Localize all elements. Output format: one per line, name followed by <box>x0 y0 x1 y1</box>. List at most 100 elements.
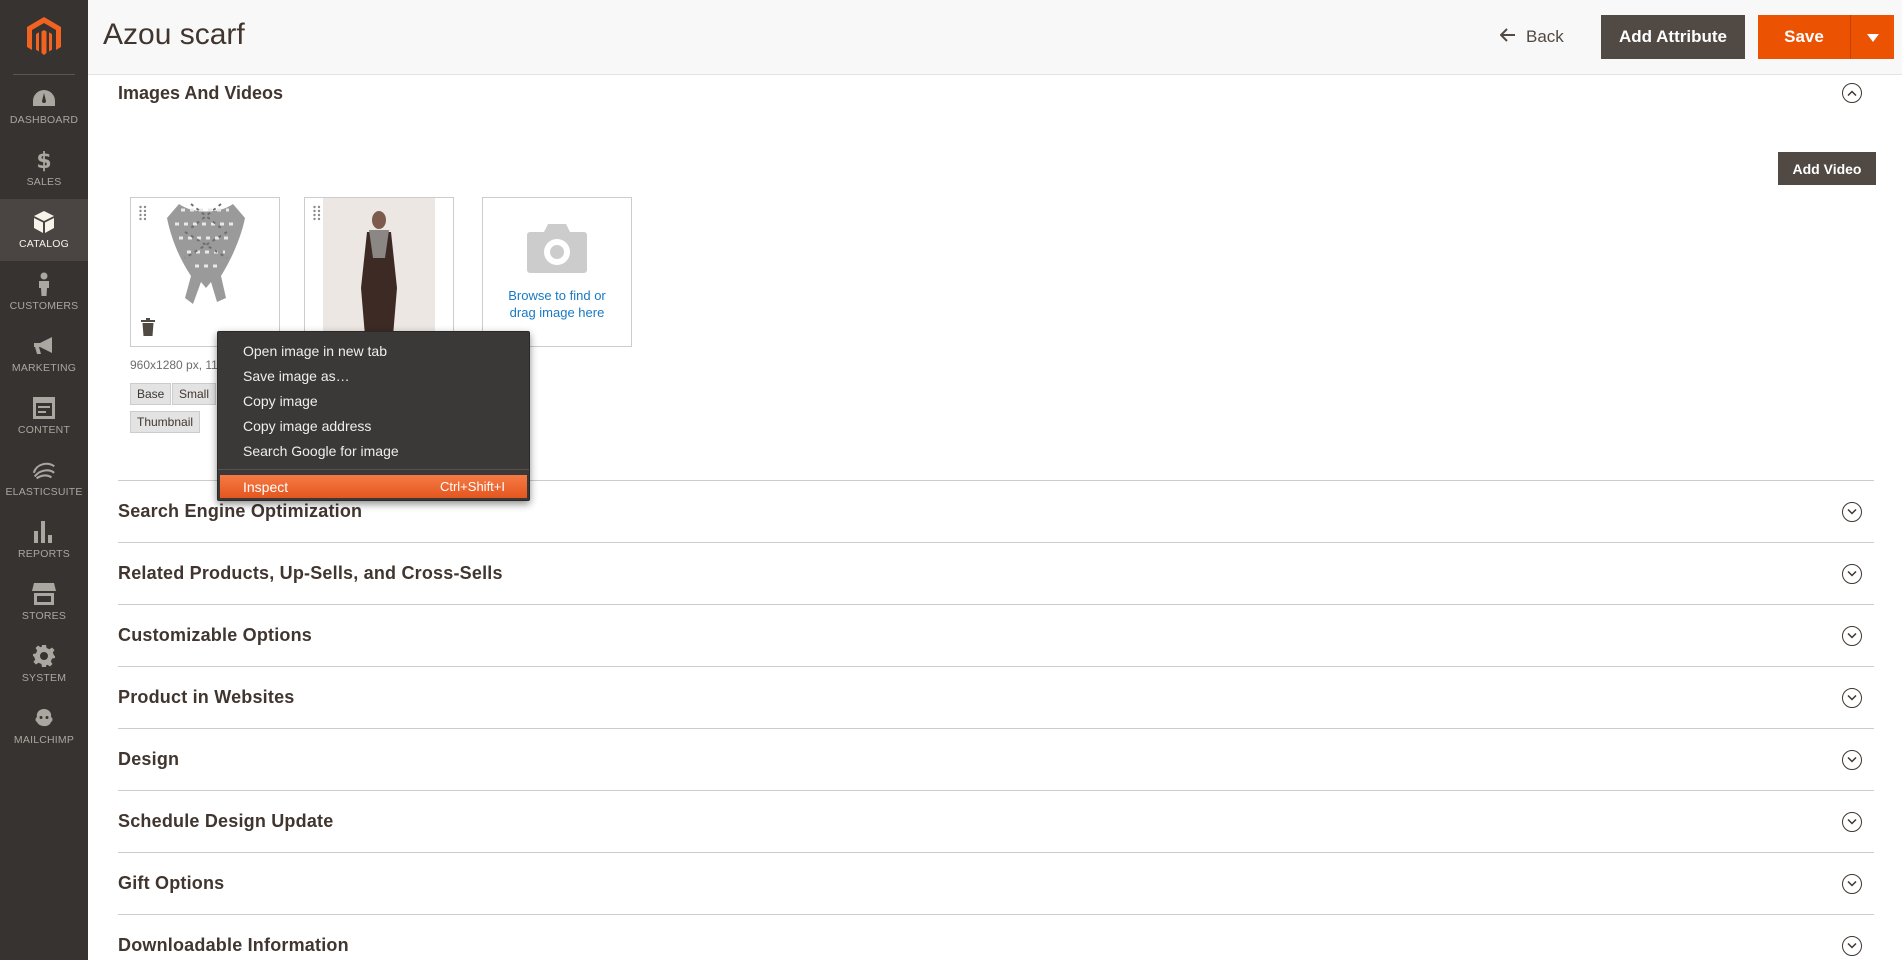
content-icon <box>31 396 57 420</box>
sidebar-item-label: Dashboard <box>9 114 79 126</box>
sidebar-item-label: ElasticSuite <box>5 486 83 498</box>
box-icon <box>31 210 57 234</box>
drag-handle-icon[interactable] <box>139 205 147 221</box>
person-icon <box>31 272 57 296</box>
sidebar-item-label: Content <box>17 424 71 436</box>
menu-item-copy-image[interactable]: Copy image <box>218 388 529 413</box>
menu-item-search-google-for-image[interactable]: Search Google for image <box>218 438 529 463</box>
chevron-down-icon <box>1842 811 1862 832</box>
page-header: Azou scarf Back Add Attribute Save <box>88 0 1902 75</box>
menu-item-label: Copy image <box>243 392 318 409</box>
trash-icon[interactable] <box>141 318 155 336</box>
sidebar-item-elasticsuite[interactable]: ElasticSuite <box>0 447 88 509</box>
menu-item-inspect[interactable]: Inspect Ctrl+Shift+I <box>220 475 527 498</box>
admin-sidebar: Dashboard $ Sales Catalog Customers Mark… <box>0 0 88 960</box>
sidebar-item-marketing[interactable]: Marketing <box>0 323 88 385</box>
product-image-thumbnail[interactable] <box>304 197 454 347</box>
sidebar-item-label: Stores <box>21 610 67 622</box>
bar-chart-icon <box>31 520 57 544</box>
section-title: Related Products, Up-Sells, and Cross-Se… <box>118 563 503 583</box>
add-attribute-button[interactable]: Add Attribute <box>1601 15 1745 59</box>
megaphone-icon <box>31 334 57 358</box>
section-title: Schedule Design Update <box>118 811 334 831</box>
sidebar-item-label: System <box>21 672 67 684</box>
menu-item-label: Search Google for image <box>243 442 399 459</box>
section-title: Customizable Options <box>118 625 313 645</box>
section-title: Search Engine Optimization <box>118 501 363 521</box>
store-icon <box>31 582 57 606</box>
sidebar-item-customers[interactable]: Customers <box>0 261 88 323</box>
section-title: Downloadable Information <box>118 935 349 955</box>
image-role-tag: Thumbnail <box>130 411 201 433</box>
menu-item-label: Save image as… <box>243 367 350 384</box>
sidebar-item-label: MailChimp <box>13 734 75 746</box>
arrow-left-icon <box>1499 27 1516 47</box>
menu-item-label: Inspect <box>243 478 289 495</box>
menu-item-open-image-new-tab[interactable]: Open image in new tab <box>218 338 529 363</box>
section-design[interactable]: Design <box>118 728 1874 790</box>
sidebar-item-label: Catalog <box>18 238 70 250</box>
section-customizable-options[interactable]: Customizable Options <box>118 604 1874 666</box>
section-title: Gift Options <box>118 873 225 893</box>
menu-item-copy-image-address[interactable]: Copy image address <box>218 413 529 438</box>
image-role-tag: Base <box>130 383 172 405</box>
sidebar-item-reports[interactable]: Reports <box>0 509 88 571</box>
menu-item-label: Open image in new tab <box>243 342 387 359</box>
images-videos-section-header[interactable]: Images And Videos <box>118 75 1874 111</box>
magento-logo[interactable] <box>13 0 75 75</box>
triangle-down-icon <box>1866 30 1879 45</box>
magento-logo-icon <box>27 17 61 55</box>
section-title: Product in Websites <box>118 687 295 707</box>
section-related-products[interactable]: Related Products, Up-Sells, and Cross-Se… <box>118 542 1874 604</box>
sidebar-item-label: Marketing <box>11 362 77 374</box>
product-image-thumbnail[interactable] <box>130 197 280 347</box>
sidebar-item-system[interactable]: System <box>0 633 88 695</box>
chevron-down-icon <box>1842 935 1862 956</box>
elasticsuite-icon <box>31 458 57 482</box>
drag-handle-icon[interactable] <box>313 205 321 221</box>
sidebar-item-label: Sales <box>26 176 62 188</box>
mailchimp-icon <box>31 706 57 730</box>
product-edit-content: Images And Videos Add Video Browse to fi… <box>88 75 1902 960</box>
sidebar-item-label: Customers <box>9 300 79 312</box>
image-uploader[interactable]: Browse to find or drag image here <box>482 197 632 347</box>
section-downloadable-information[interactable]: Downloadable Information <box>118 914 1874 960</box>
save-options-toggle[interactable] <box>1850 15 1894 59</box>
image-role-tag: Small <box>172 383 217 405</box>
chevron-down-icon <box>1842 749 1862 770</box>
chevron-up-icon <box>1842 83 1862 103</box>
browse-image-link[interactable]: Browse to find or drag image here <box>497 287 617 321</box>
dashboard-icon <box>31 86 57 110</box>
section-schedule-design-update[interactable]: Schedule Design Update <box>118 790 1874 852</box>
svg-text:$: $ <box>36 149 51 172</box>
back-button[interactable]: Back <box>1499 20 1564 54</box>
sidebar-item-content[interactable]: Content <box>0 385 88 447</box>
model-photo-image <box>323 198 435 346</box>
chevron-down-icon <box>1842 501 1862 522</box>
dollar-icon: $ <box>31 148 57 172</box>
section-title: Design <box>118 749 180 769</box>
add-video-button[interactable]: Add Video <box>1778 152 1876 185</box>
page-title: Azou scarf <box>103 18 245 51</box>
menu-item-shortcut: Ctrl+Shift+I <box>439 479 505 494</box>
sidebar-item-mailchimp[interactable]: MailChimp <box>0 695 88 757</box>
sidebar-item-stores[interactable]: Stores <box>0 571 88 633</box>
chevron-down-icon <box>1842 687 1862 708</box>
save-button[interactable]: Save <box>1758 15 1850 59</box>
back-button-label: Back <box>1526 27 1564 46</box>
section-product-in-websites[interactable]: Product in Websites <box>118 666 1874 728</box>
chevron-down-icon <box>1842 873 1862 894</box>
image-context-menu: Open image in new tab Save image as… Cop… <box>217 331 530 501</box>
chevron-down-icon <box>1842 563 1862 584</box>
image-dimensions-text: 960x1280 px, 11 <box>130 358 218 372</box>
sidebar-item-label: Reports <box>18 548 70 560</box>
chevron-down-icon <box>1842 625 1862 646</box>
menu-separator <box>218 469 529 470</box>
section-title: Images And Videos <box>118 82 284 103</box>
menu-item-save-image-as[interactable]: Save image as… <box>218 363 529 388</box>
sidebar-item-sales[interactable]: $ Sales <box>0 137 88 199</box>
sidebar-item-dashboard[interactable]: Dashboard <box>0 75 88 137</box>
sidebar-item-catalog[interactable]: Catalog <box>0 199 88 261</box>
section-gift-options[interactable]: Gift Options <box>118 852 1874 914</box>
menu-item-label: Copy image address <box>243 417 372 434</box>
